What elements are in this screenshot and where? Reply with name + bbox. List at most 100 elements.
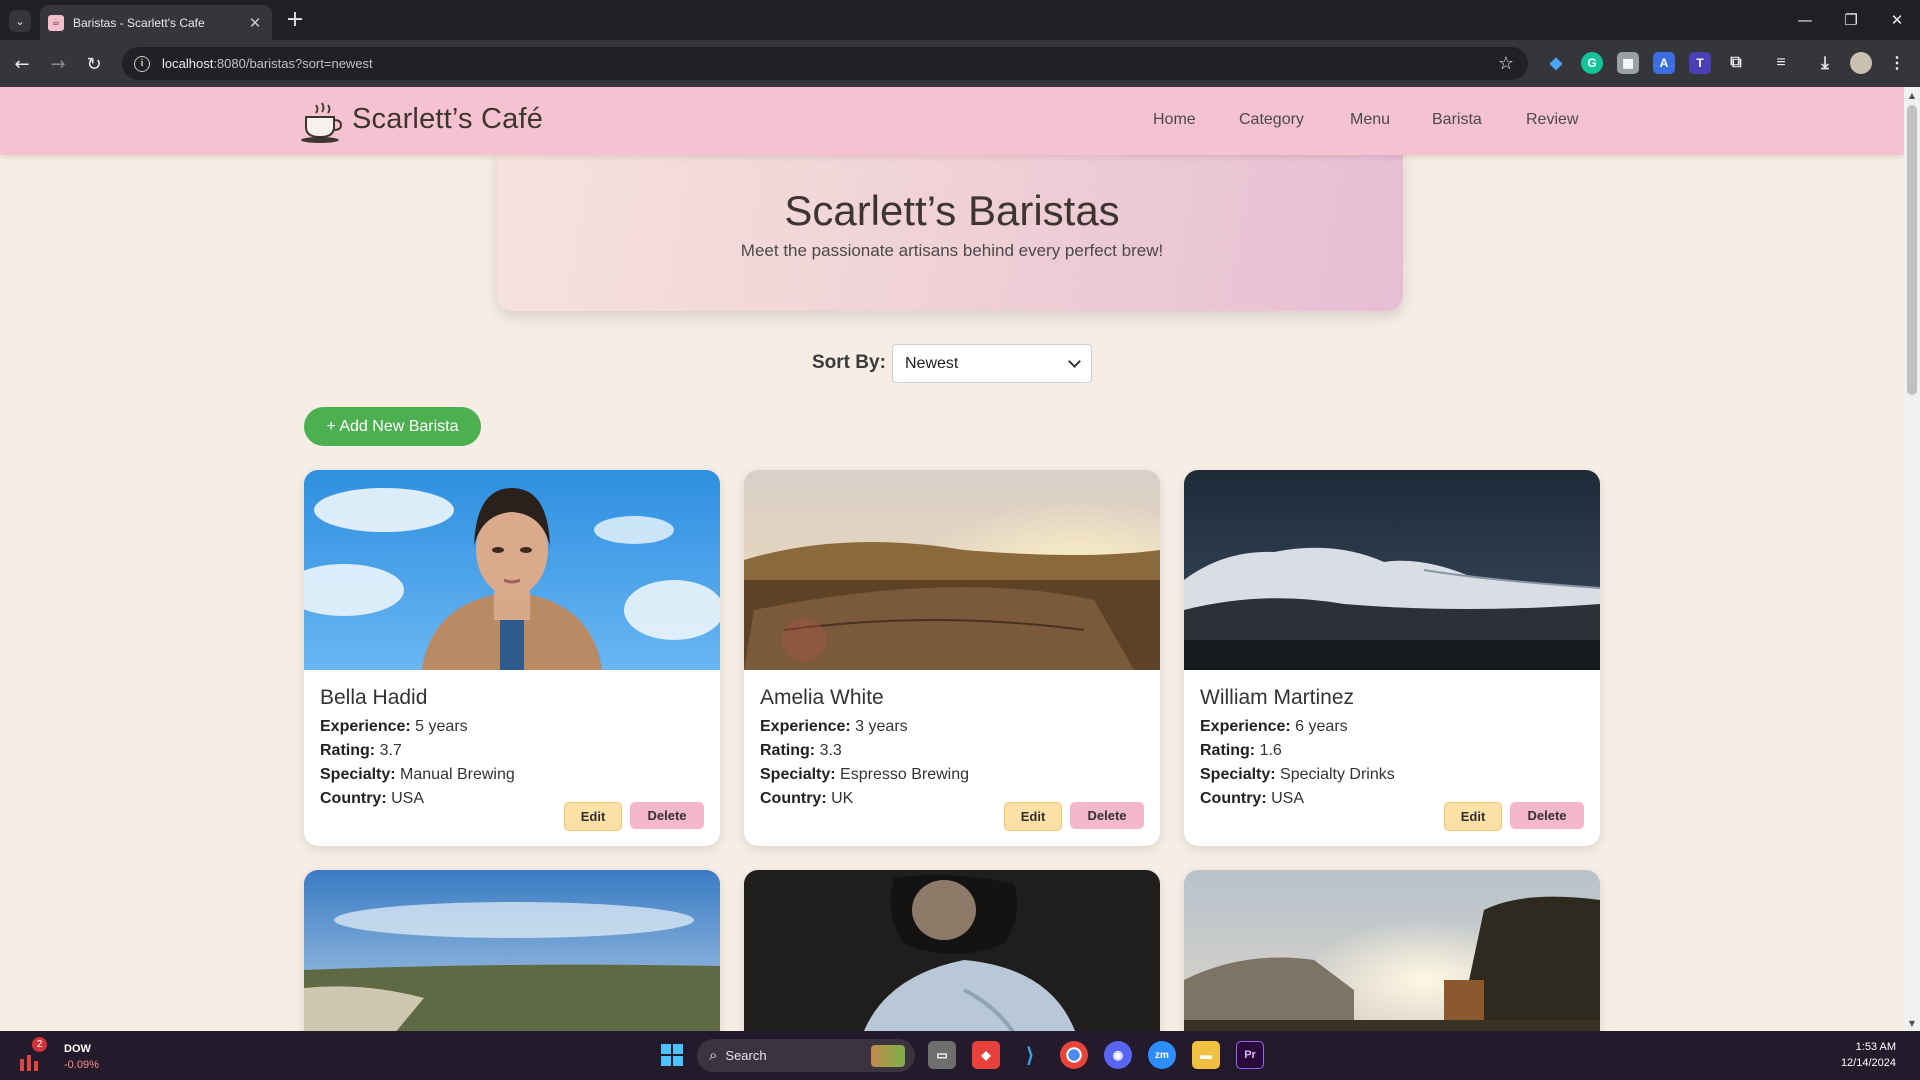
taskbar-search[interactable]: ⌕ Search — [697, 1039, 915, 1072]
new-tab-button[interactable]: + — [282, 8, 308, 32]
scroll-down-icon[interactable]: ▼ — [1904, 1015, 1920, 1031]
zoom-icon[interactable]: zm — [1148, 1041, 1176, 1069]
profile-avatar[interactable] — [1850, 52, 1872, 74]
cafe-favicon-icon: ☕ — [48, 14, 64, 31]
browser-tab-strip: ⌄ ☕ Baristas - Scarlett's Cafe ✕ + — ❐ ✕ — [0, 0, 1920, 40]
barista-name: Amelia White — [760, 686, 884, 709]
delete-button[interactable]: Delete — [630, 802, 704, 829]
page-subtitle: Meet the passionate artisans behind ever… — [740, 241, 1164, 260]
chrome-icon[interactable] — [1060, 1041, 1088, 1069]
browser-tab-active[interactable]: ☕ Baristas - Scarlett's Cafe ✕ — [40, 5, 272, 40]
experience-line: Experience: 5 years — [320, 718, 468, 735]
rating-line: Rating: 3.7 — [320, 742, 402, 759]
taskbar-search-label: Search — [725, 1048, 767, 1063]
rating-line: Rating: 1.6 — [1200, 742, 1282, 759]
app-red-icon[interactable]: ◆ — [972, 1041, 1000, 1069]
taskbar-time[interactable]: 1:53 AM — [1856, 1041, 1896, 1053]
barista-photo — [304, 870, 720, 1031]
url-text[interactable]: localhost:8080/baristas?sort=newest — [162, 56, 1498, 71]
delete-button[interactable]: Delete — [1510, 802, 1584, 829]
widget-change: -0.09% — [64, 1059, 99, 1071]
bookmark-star-icon[interactable]: ☆ — [1498, 53, 1514, 74]
discord-icon[interactable]: ◉ — [1104, 1041, 1132, 1069]
extension-puzzle-tile-icon[interactable]: ▦ — [1617, 52, 1639, 74]
country-line: Country: USA — [1200, 790, 1305, 807]
address-bar[interactable]: i localhost:8080/baristas?sort=newest ☆ — [122, 47, 1528, 80]
nav-menu[interactable]: Menu — [1350, 111, 1390, 129]
specialty-line: Specialty: Specialty Drinks — [1200, 766, 1395, 783]
minimize-button[interactable]: — — [1782, 6, 1828, 34]
site-brand[interactable]: Scarlett’s Café — [352, 103, 543, 136]
stock-widget[interactable]: 2 DOW -0.09% — [14, 1037, 124, 1075]
extensions-puzzle-icon[interactable]: ⧉ — [1725, 52, 1747, 74]
barista-name: Bella Hadid — [320, 686, 428, 709]
experience-line: Experience: 6 years — [1200, 718, 1348, 735]
back-button[interactable]: ← — [10, 52, 34, 76]
nav-barista[interactable]: Barista — [1432, 111, 1482, 129]
vscode-icon[interactable]: ⟩ — [1016, 1041, 1044, 1069]
tab-search-button[interactable]: ⌄ — [9, 10, 31, 32]
site-info-icon[interactable]: i — [134, 55, 150, 72]
taskbar-date[interactable]: 12/14/2024 — [1841, 1057, 1896, 1069]
edit-button[interactable]: Edit — [564, 802, 622, 831]
page-scrollbar[interactable]: ▲ ▼ — [1904, 87, 1920, 1031]
page-viewport: Scarlett’s Café Home Category Menu Baris… — [0, 87, 1904, 1031]
barista-photo — [1184, 470, 1600, 680]
file-explorer-icon[interactable]: ▬ — [1192, 1041, 1220, 1069]
experience-line: Experience: 3 years — [760, 718, 908, 735]
barista-card — [1184, 870, 1600, 1031]
sort-select[interactable]: Newest — [892, 344, 1092, 383]
sort-label: Sort By: — [812, 352, 886, 373]
barista-card: William Martinez Experience: 6 years Rat… — [1184, 470, 1600, 846]
grammarly-extension-icon[interactable]: G — [1581, 52, 1603, 74]
browser-menu-icon[interactable]: ⋮ — [1886, 52, 1908, 74]
barista-photo — [744, 470, 1160, 670]
task-view-icon[interactable]: ▭ — [928, 1041, 956, 1069]
sort-selected-value: Newest — [905, 354, 959, 372]
tab-title: Baristas - Scarlett's Cafe — [73, 15, 205, 30]
nav-home[interactable]: Home — [1153, 111, 1196, 129]
teams-extension-icon[interactable]: T — [1689, 52, 1711, 74]
search-highlight-icon — [871, 1044, 905, 1067]
widget-badge: 2 — [32, 1037, 47, 1052]
windows-start-icon[interactable] — [658, 1041, 686, 1069]
downloads-icon[interactable]: ⤓ — [1814, 52, 1836, 74]
search-icon: ⌕ — [709, 1047, 718, 1064]
edit-button[interactable]: Edit — [1444, 802, 1502, 831]
browser-toolbar: ← → ↻ i localhost:8080/baristas?sort=new… — [0, 40, 1920, 87]
reading-list-icon[interactable]: ≡ — [1770, 52, 1792, 74]
country-line: Country: USA — [320, 790, 425, 807]
forward-button[interactable]: → — [46, 52, 70, 76]
specialty-line: Specialty: Manual Brewing — [320, 766, 515, 783]
page-title: Scarlett’s Baristas — [784, 187, 1120, 234]
country-line: Country: UK — [760, 790, 854, 807]
scroll-up-icon[interactable]: ▲ — [1904, 87, 1920, 103]
barista-photo — [1184, 870, 1600, 1031]
extension-shield-icon[interactable]: ◆ — [1545, 52, 1567, 74]
specialty-line: Specialty: Espresso Brewing — [760, 766, 969, 783]
barista-name: William Martinez — [1200, 686, 1355, 709]
tab-close-icon[interactable]: ✕ — [246, 14, 264, 32]
nav-category[interactable]: Category — [1239, 111, 1304, 129]
barista-card: Bella Hadid Experience: 5 years Rating: … — [304, 470, 720, 846]
close-window-button[interactable]: ✕ — [1874, 6, 1920, 34]
scrollbar-thumb[interactable] — [1907, 105, 1917, 395]
nav-review[interactable]: Review — [1526, 111, 1578, 129]
barista-photo — [304, 470, 720, 670]
widget-title: DOW — [64, 1043, 91, 1055]
delete-button[interactable]: Delete — [1070, 802, 1144, 829]
premiere-pro-icon[interactable]: Pr — [1236, 1041, 1264, 1069]
chevron-down-icon — [1068, 354, 1081, 368]
add-barista-button[interactable]: + Add New Barista — [304, 407, 481, 446]
edit-button[interactable]: Edit — [1004, 802, 1062, 831]
coffee-cup-logo-icon[interactable] — [300, 101, 344, 143]
rating-line: Rating: 3.3 — [760, 742, 842, 759]
barista-card — [304, 870, 720, 1031]
translate-extension-icon[interactable]: A — [1653, 52, 1675, 74]
barista-card: Amelia White Experience: 3 years Rating:… — [744, 470, 1160, 846]
reload-button[interactable]: ↻ — [82, 52, 106, 76]
barista-photo — [744, 870, 1160, 1031]
restore-button[interactable]: ❐ — [1828, 6, 1874, 34]
barista-card — [744, 870, 1160, 1031]
site-navbar: Scarlett’s Café Home Category Menu Baris… — [0, 87, 1904, 155]
